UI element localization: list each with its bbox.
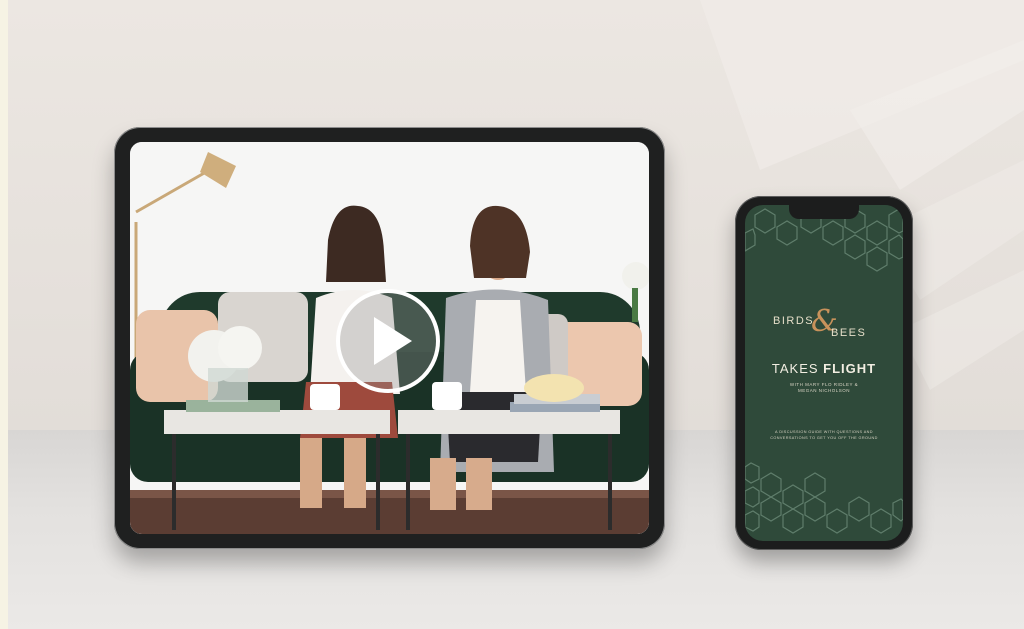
title-bold: FLIGHT — [823, 361, 877, 376]
phone-device: BIRDS & BEES TAKES FLIGHT WITH MARY FLO … — [735, 196, 913, 550]
brand-word-bees: BEES — [831, 327, 867, 339]
page-border — [0, 0, 8, 629]
tagline-line-1: A DISCUSSION GUIDE WITH QUESTIONS AND — [775, 430, 873, 434]
phone-notch — [789, 205, 859, 219]
tablet-device — [114, 127, 665, 549]
hexagon-pattern-bottom — [745, 462, 903, 534]
authors-text: WITH MARY FLO RIDLEY & MEGAN NICHOLSON — [759, 382, 889, 394]
brand-word-birds: BIRDS — [773, 315, 815, 327]
tagline-text: A DISCUSSION GUIDE WITH QUESTIONS AND CO… — [759, 430, 889, 441]
play-icon — [374, 317, 412, 365]
play-button[interactable] — [336, 289, 440, 393]
mockup-scene: BIRDS & BEES TAKES FLIGHT WITH MARY FLO … — [0, 0, 1024, 629]
phone-screen: BIRDS & BEES TAKES FLIGHT WITH MARY FLO … — [745, 205, 903, 541]
book-title: TAKES FLIGHT — [745, 361, 903, 376]
tagline-line-2: CONVERSATIONS TO GET YOU OFF THE GROUND — [770, 435, 878, 440]
authors-line-2: MEGAN NICHOLSON — [797, 388, 850, 393]
video-player[interactable] — [130, 142, 649, 534]
title-light: TAKES — [771, 361, 819, 376]
